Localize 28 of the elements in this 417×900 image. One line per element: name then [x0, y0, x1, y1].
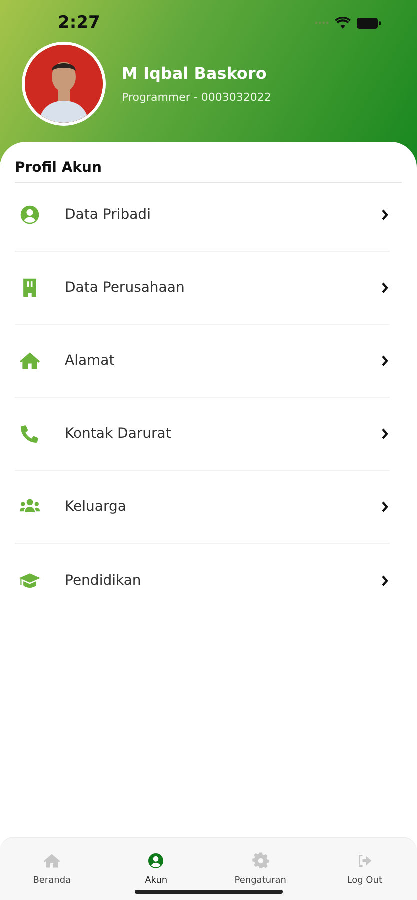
nav-tab[interactable]: Log Out: [312, 838, 417, 900]
status-time: 2:27: [58, 13, 100, 33]
chevron-icon: [380, 428, 390, 440]
menu-item[interactable]: Data Pribadi: [15, 179, 390, 252]
menu-item[interactable]: Data Perusahaan: [15, 252, 390, 325]
chevron-icon: [380, 282, 390, 294]
section-title: Profil Akun: [15, 160, 402, 183]
menu-item[interactable]: Alamat: [15, 325, 390, 398]
person-icon: [147, 852, 166, 870]
gear-icon: [252, 852, 270, 870]
user-role: Programmer - 0003032022: [122, 91, 272, 104]
phone-icon: [19, 423, 41, 445]
chevron-icon: [380, 209, 390, 221]
wifi-icon: [335, 17, 351, 29]
chevron-icon: [380, 355, 390, 367]
user-name: M Iqbal Baskoro: [122, 64, 268, 83]
person-icon: [19, 204, 41, 226]
menu-item[interactable]: Pendidikan: [15, 544, 390, 617]
chevron-icon: [380, 501, 390, 513]
chevron-icon: [380, 574, 390, 586]
home-icon: [19, 350, 41, 372]
nav-tab[interactable]: Pengaturan: [208, 838, 313, 900]
home-icon: [43, 852, 62, 870]
battery-icon: [357, 18, 381, 28]
signal-icon: [315, 21, 329, 25]
nav-tab[interactable]: Beranda: [0, 838, 104, 900]
menu-item[interactable]: Keluarga: [15, 471, 390, 544]
menu-item[interactable]: Kontak Darurat: [15, 398, 390, 471]
